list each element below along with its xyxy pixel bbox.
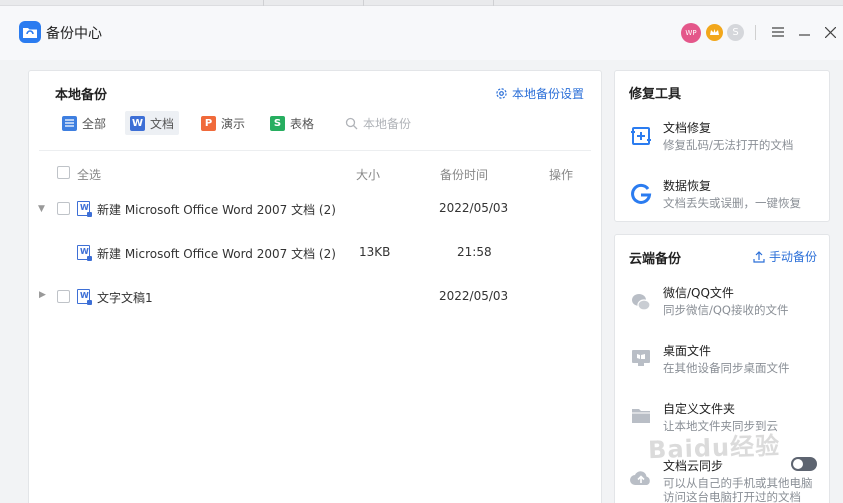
row-checkbox[interactable] xyxy=(57,202,70,215)
list-icon xyxy=(62,115,77,131)
repair-tools-title: 修复工具 xyxy=(629,87,682,102)
hamburger-icon xyxy=(772,27,784,37)
vip-crown-icon[interactable] xyxy=(706,24,723,41)
backup-time: 2022/05/03 xyxy=(439,201,509,215)
col-select-all[interactable]: 全选 xyxy=(77,166,101,183)
col-action: 操作 xyxy=(549,168,574,182)
tool-name: 文档修复 xyxy=(663,121,712,135)
backup-time: 2022/05/03 xyxy=(439,289,509,303)
select-all-checkbox[interactable] xyxy=(57,166,70,179)
wechat-qq-item[interactable]: 微信/QQ文件 同步微信/QQ接收的文件 xyxy=(615,282,829,338)
tool-desc-line2: 访问这台电脑打开过的文档 xyxy=(663,490,801,503)
tool-name: 自定义文件夹 xyxy=(663,402,736,416)
backup-center-logo-icon xyxy=(19,21,41,43)
local-backup-panel: 本地备份 本地备份设置 全部 W 文档 P 演示 S 表格 本地备份 全选 大小… xyxy=(28,70,602,503)
tab-spreadsheets[interactable]: S 表格 xyxy=(265,111,319,135)
user-avatar[interactable]: WP xyxy=(681,23,701,43)
upload-icon xyxy=(753,250,765,263)
cloud-backup-title: 云端备份 xyxy=(629,252,682,267)
tool-desc: 在其他设备同步桌面文件 xyxy=(663,361,790,375)
tool-name: 微信/QQ文件 xyxy=(663,286,734,300)
desktop-files-item[interactable]: 桌面文件 在其他设备同步桌面文件 xyxy=(615,340,829,396)
minimize-icon xyxy=(798,34,810,36)
backup-time: 21:58 xyxy=(457,245,492,259)
coin-icon[interactable]: S xyxy=(727,24,744,41)
tab-documents[interactable]: W 文档 xyxy=(125,111,180,135)
row-checkbox[interactable] xyxy=(57,290,70,303)
tab-label: 表格 xyxy=(290,116,315,131)
tool-desc: 文档丢失或误删，一键恢复 xyxy=(663,196,801,210)
tab-label: 文档 xyxy=(150,116,175,131)
tab-presentations[interactable]: P 演示 xyxy=(196,111,250,135)
wechat-qq-icon xyxy=(629,290,653,314)
folder-icon xyxy=(629,404,653,428)
file-name: 文字文稿1 xyxy=(97,291,153,305)
local-backup-title: 本地备份 xyxy=(55,88,108,103)
tool-name: 桌面文件 xyxy=(663,344,712,358)
data-recovery-item[interactable]: 数据恢复 文档丢失或误删，一键恢复 xyxy=(615,175,829,231)
expand-caret-icon[interactable]: ▼ xyxy=(38,204,45,214)
col-backup-time: 备份时间 xyxy=(440,168,489,182)
cloud-sync-toggle[interactable] xyxy=(791,457,817,471)
word-icon: W xyxy=(130,115,145,131)
desktop-icon xyxy=(629,346,653,370)
doc-repair-item[interactable]: 文档修复 修复乱码/无法打开的文档 xyxy=(615,117,829,173)
tab-all[interactable]: 全部 xyxy=(57,111,111,135)
baidu-watermark: Baidu经验 xyxy=(647,431,781,465)
close-button[interactable] xyxy=(820,20,840,44)
cloud-upload-icon xyxy=(629,467,653,491)
repair-tools-panel: 修复工具 文档修复 修复乱码/无法打开的文档 数据恢复 文档丢失或误删，一键恢复 xyxy=(614,70,830,222)
col-size: 大小 xyxy=(356,168,381,182)
header-divider xyxy=(39,150,591,151)
manual-backup-label: 手动备份 xyxy=(769,250,818,264)
tool-desc: 同步微信/QQ接收的文件 xyxy=(663,303,789,317)
minimize-button[interactable] xyxy=(794,20,814,44)
tool-name: 数据恢复 xyxy=(663,179,712,193)
tab-label: 演示 xyxy=(221,116,246,131)
sheet-icon: S xyxy=(270,115,285,131)
doc-repair-icon xyxy=(629,124,653,148)
tab-label: 全部 xyxy=(82,116,107,131)
app-title: 备份中心 xyxy=(46,26,102,42)
word-doc-icon: W xyxy=(77,201,92,217)
word-doc-icon: W xyxy=(77,289,92,305)
toggle-knob xyxy=(793,459,803,469)
file-name: 新建 Microsoft Office Word 2007 文档 (2) xyxy=(97,247,336,261)
ppt-icon: P xyxy=(201,115,216,131)
local-backup-settings-link[interactable]: 本地备份设置 xyxy=(495,85,584,102)
tool-desc: 修复乱码/无法打开的文档 xyxy=(663,138,794,152)
search-input[interactable]: 本地备份 xyxy=(345,111,411,135)
search-icon xyxy=(345,117,358,129)
gear-icon xyxy=(496,88,507,99)
data-recovery-icon xyxy=(629,182,653,206)
search-placeholder: 本地备份 xyxy=(363,116,412,131)
title-bar: 备份中心 WP S xyxy=(0,6,843,60)
file-size: 13KB xyxy=(359,245,391,259)
close-icon xyxy=(824,26,836,38)
collapse-caret-icon[interactable]: ▶ xyxy=(39,290,46,300)
titlebar-separator xyxy=(755,25,756,40)
manual-backup-link[interactable]: 手动备份 xyxy=(753,248,817,265)
settings-label: 本地备份设置 xyxy=(512,87,585,101)
menu-button[interactable] xyxy=(768,20,788,44)
word-doc-icon: W xyxy=(77,245,92,261)
file-name: 新建 Microsoft Office Word 2007 文档 (2) xyxy=(97,203,336,217)
